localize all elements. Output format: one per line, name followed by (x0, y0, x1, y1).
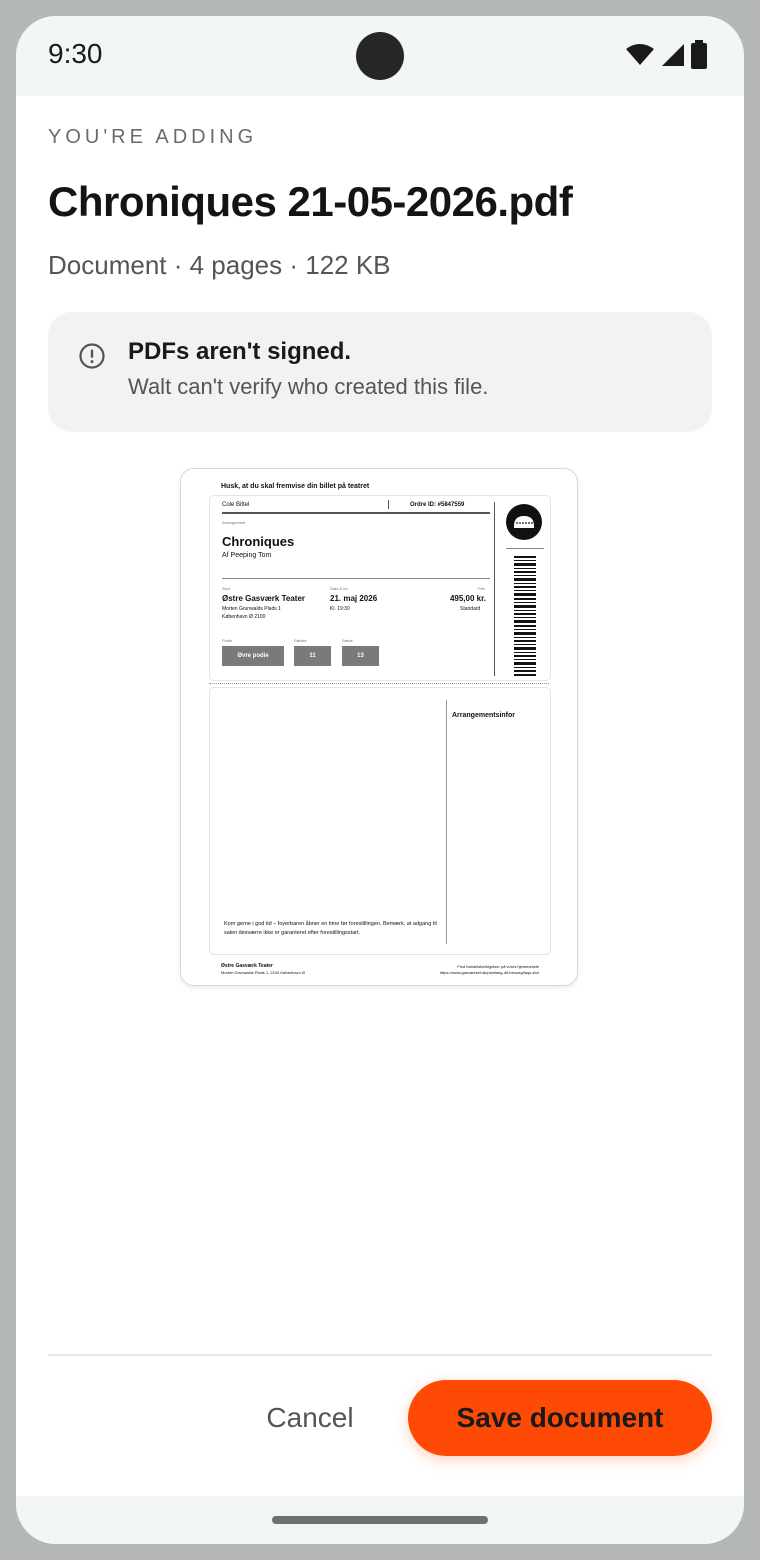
date-label: Dato & tid (330, 586, 348, 591)
footer-links: Find handelsbetingelser på vores hjemmes… (440, 964, 539, 976)
status-time: 9:30 (48, 38, 103, 69)
header-separator (388, 500, 389, 509)
venue-label: Sted (222, 586, 231, 591)
file-title: Chroniques 21-05-2026.pdf (48, 178, 573, 225)
perforation-line (209, 683, 549, 684)
venue-name: Østre Gasværk Teater (222, 594, 306, 603)
order-id: Ordre ID: #5847559 (410, 502, 465, 508)
info-divider (446, 700, 447, 944)
notice-body: Walt can't verify who created this file. (128, 374, 489, 399)
footer-venue: Østre Gasværk Teater (221, 963, 273, 969)
footer-address: Morten Grunwalds Plads 1, 2100 København… (221, 970, 306, 975)
notice-title: PDFs aren't signed. (128, 338, 352, 365)
barcode (514, 556, 536, 676)
home-indicator[interactable] (272, 1516, 488, 1524)
stub-divider (494, 502, 495, 676)
seat-section: Øvre podie (222, 646, 284, 666)
seat-label-seat: Sæde (342, 638, 353, 643)
seat-number: 13 (342, 646, 379, 666)
stub-rule (506, 548, 544, 549)
status-icons (625, 40, 708, 72)
info-heading: Arrangementsinfor (452, 712, 516, 719)
price-label: Pris (478, 586, 485, 591)
seat-label-section: Podie (222, 638, 233, 643)
event-by: Af Peeping Tom (222, 552, 272, 559)
preview-top-line: Husk, at du skal fremvise din billet på … (221, 483, 370, 490)
signal-icon (661, 44, 684, 66)
event-label: Arrangement (222, 520, 246, 525)
eyebrow-label: YOU'RE ADDING (48, 126, 258, 148)
event-info-section: Arrangementsinfor Kom gerne i god tid – … (209, 687, 551, 955)
ticket-price: 495,00 kr. (449, 594, 486, 603)
theater-logo (506, 504, 542, 540)
wifi-icon (626, 44, 655, 65)
status-bar: 9:30 (16, 16, 744, 96)
file-meta: Document · 4 pages · 122 KB (48, 250, 391, 280)
ticket-rule (222, 512, 490, 514)
alert-circle-icon (79, 343, 105, 369)
seat-row: 11 (294, 646, 331, 666)
ticket-holder: Cole Bittel (222, 502, 250, 508)
event-time: Kl. 19:30 (330, 606, 350, 612)
event-name: Chroniques (222, 534, 295, 549)
document-preview: Husk, at du skal fremvise din billet på … (180, 468, 578, 986)
device-frame: 9:30 YOU'RE ADDING Chroniques 21-05-2026… (0, 0, 760, 1560)
footer-link-2: https://www.gasvaerket.dk/planlaeg-dit-b… (439, 970, 539, 975)
screen: 9:30 YOU'RE ADDING Chroniques 21-05-2026… (16, 16, 744, 1544)
gesture-nav-bar (16, 1496, 744, 1544)
camera-cutout (356, 32, 404, 80)
unsigned-notice: PDFs aren't signed. Walt can't verify wh… (48, 312, 712, 432)
actions-divider (48, 1354, 712, 1356)
info-note: Kom gerne i god tid – foyerbaren åbner e… (224, 921, 437, 936)
theater-logo-icon (514, 516, 534, 528)
venue-address-1: Morten Grunwalds Plads 1 (222, 606, 281, 612)
seat-label-row: Række (294, 638, 307, 643)
event-date: 21. maj 2026 (330, 594, 378, 603)
ticket-rule-2 (222, 578, 490, 579)
venue-address-2: København Ø 2100 (222, 614, 266, 620)
battery-icon (691, 40, 707, 69)
price-type: Standard (460, 606, 481, 612)
cancel-button[interactable]: Cancel (240, 1382, 380, 1454)
ticket-card: Cole Bittel Ordre ID: #5847559 Arrangeme… (209, 495, 551, 681)
save-document-button[interactable]: Save document (408, 1380, 712, 1456)
